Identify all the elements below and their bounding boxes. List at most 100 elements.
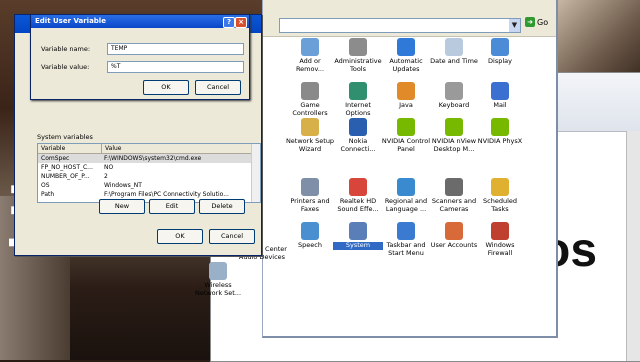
- control-panel-item-label: Scanners and Cameras: [431, 197, 477, 213]
- control-panel-item[interactable]: Automatic Updates: [381, 38, 431, 73]
- control-panel-item-label: Add or Remov...: [295, 57, 325, 73]
- control-panel-item[interactable]: Windows Firewall: [475, 222, 525, 257]
- new-button[interactable]: New: [99, 199, 145, 214]
- control-panel-icon: [397, 178, 415, 196]
- control-panel-item-label: NVIDIA PhysX: [477, 137, 523, 145]
- control-panel-item-label: Administrative Tools: [334, 57, 382, 73]
- control-panel-window[interactable]: ▼ ➜ Go Center Audio Devices Add or Remov…: [195, 0, 558, 338]
- delete-button[interactable]: Delete: [199, 199, 245, 214]
- env-cancel-button[interactable]: Cancel: [209, 229, 255, 244]
- control-panel-item[interactable]: NVIDIA PhysX: [475, 118, 525, 146]
- value-cell: 2: [104, 173, 108, 180]
- control-panel-item-label: Nokia Connecti...: [340, 137, 376, 153]
- control-panel-item-label: Java: [399, 101, 413, 109]
- control-panel-item-label: Taskbar and Start Menu: [386, 241, 426, 257]
- variable-name-label: Variable name:: [41, 45, 91, 53]
- system-variables-list[interactable]: Variable Value ComSpec F:\WINDOWS\system3…: [37, 143, 261, 203]
- table-row[interactable]: OS Windows_NT: [38, 181, 260, 190]
- control-panel-item[interactable]: Nokia Connecti...: [333, 118, 383, 153]
- control-panel-icon: [445, 38, 463, 56]
- variable-value-field[interactable]: %T: [107, 61, 244, 73]
- control-panel-item[interactable]: Printers and Faxes: [285, 178, 335, 213]
- control-panel-icon: [445, 118, 463, 136]
- document-scrollbar[interactable]: [626, 131, 640, 361]
- value-cell: F:\WINDOWS\system32\cmd.exe: [104, 155, 202, 162]
- list-header: Variable Value: [38, 144, 260, 154]
- control-panel-item-label: NVIDIA Control Panel: [381, 137, 431, 153]
- go-button[interactable]: ➜ Go: [525, 17, 548, 27]
- control-panel-item-label: Speech: [298, 241, 322, 249]
- control-panel-icon: [397, 38, 415, 56]
- close-button[interactable]: ×: [235, 17, 247, 28]
- variable-name-field[interactable]: TEMP: [107, 43, 244, 55]
- control-panel-icon: [445, 222, 463, 240]
- control-panel-icon: [491, 38, 509, 56]
- list-scrollbar[interactable]: [251, 144, 260, 202]
- control-panel-icon: [397, 222, 415, 240]
- address-input[interactable]: ▼: [279, 18, 521, 33]
- env-ok-button[interactable]: OK: [157, 229, 203, 244]
- table-row[interactable]: NUMBER_OF_P... 2: [38, 172, 260, 181]
- control-panel-item[interactable]: Display: [475, 38, 525, 66]
- control-panel-item-label: User Accounts: [430, 241, 478, 249]
- control-panel-item-label: Windows Firewall: [485, 241, 515, 257]
- edit-user-variable-dialog[interactable]: Edit User Variable ? × Variable name: TE…: [30, 14, 250, 100]
- edit-button[interactable]: Edit: [149, 199, 195, 214]
- cancel-button[interactable]: Cancel: [195, 80, 241, 95]
- control-panel-icon: [301, 118, 319, 136]
- control-panel-icon: [397, 82, 415, 100]
- control-panel-item[interactable]: Keyboard: [429, 82, 479, 110]
- control-panel-item-label: Realtek HD Sound Effe...: [337, 197, 379, 213]
- ok-button[interactable]: OK: [143, 80, 189, 95]
- control-panel-item[interactable]: Scanners and Cameras: [429, 178, 479, 213]
- help-button[interactable]: ?: [223, 17, 235, 28]
- control-panel-menubar: [263, 0, 556, 14]
- table-row[interactable]: ComSpec F:\WINDOWS\system32\cmd.exe: [38, 154, 260, 163]
- control-panel-icon: [209, 262, 227, 280]
- control-panel-item[interactable]: Wireless Network Set...: [193, 262, 243, 297]
- control-panel-icon: [491, 118, 509, 136]
- edit-dialog-titlebar[interactable]: Edit User Variable ? ×: [31, 15, 249, 28]
- control-panel-item[interactable]: Java: [381, 82, 431, 110]
- column-header-variable[interactable]: Variable: [38, 144, 102, 153]
- variable-cell: Path: [41, 191, 55, 198]
- control-panel-icon: [349, 222, 367, 240]
- go-label: Go: [537, 17, 549, 27]
- table-row[interactable]: FP_NO_HOST_C... NO: [38, 163, 260, 172]
- system-variables-label: System variables: [37, 133, 93, 141]
- control-panel-icon: [301, 222, 319, 240]
- variable-cell: ComSpec: [41, 155, 70, 162]
- wallpaper-corner: [555, 0, 640, 80]
- control-panel-item[interactable]: NVIDIA Control Panel: [381, 118, 431, 153]
- value-cell: NO: [104, 164, 114, 171]
- value-cell: F:\Program Files\PC Connectivity Solutio…: [104, 191, 229, 198]
- value-cell: Windows_NT: [104, 182, 142, 189]
- column-header-value[interactable]: Value: [102, 144, 256, 153]
- control-panel-item[interactable]: Speech: [285, 222, 335, 250]
- control-panel-item-label: Regional and Language ...: [384, 197, 428, 213]
- control-panel-item[interactable]: Network Setup Wizard: [285, 118, 335, 153]
- control-panel-item[interactable]: Add or Remov...: [285, 38, 335, 73]
- control-panel-item[interactable]: Internet Options: [333, 82, 383, 117]
- control-panel-item[interactable]: System: [333, 222, 383, 250]
- control-panel-item[interactable]: Regional and Language ...: [381, 178, 431, 213]
- table-row[interactable]: Path F:\Program Files\PC Connectivity Sol…: [38, 190, 260, 199]
- control-panel-item-label: Display: [488, 57, 512, 65]
- control-panel-icon: [301, 38, 319, 56]
- control-panel-item[interactable]: Date and Time: [429, 38, 479, 66]
- control-panel-item[interactable]: User Accounts: [429, 222, 479, 250]
- control-panel-icon: [349, 38, 367, 56]
- control-panel-items: Center Audio Devices Add or Remov... Admi…: [195, 36, 556, 336]
- address-dropdown-icon[interactable]: ▼: [509, 19, 520, 32]
- control-panel-icon: [491, 178, 509, 196]
- control-panel-item[interactable]: Mail: [475, 82, 525, 110]
- control-panel-item[interactable]: Scheduled Tasks: [475, 178, 525, 213]
- control-panel-item-label: Date and Time: [430, 57, 478, 65]
- variable-cell: FP_NO_HOST_C...: [41, 164, 93, 171]
- control-panel-item[interactable]: NVIDIA nView Desktop M...: [429, 118, 479, 153]
- control-panel-item[interactable]: Administrative Tools: [333, 38, 383, 73]
- control-panel-item-label: NVIDIA nView Desktop M...: [431, 137, 477, 153]
- control-panel-item[interactable]: Game Controllers: [285, 82, 335, 117]
- control-panel-item[interactable]: Realtek HD Sound Effe...: [333, 178, 383, 213]
- control-panel-item[interactable]: Taskbar and Start Menu: [381, 222, 431, 257]
